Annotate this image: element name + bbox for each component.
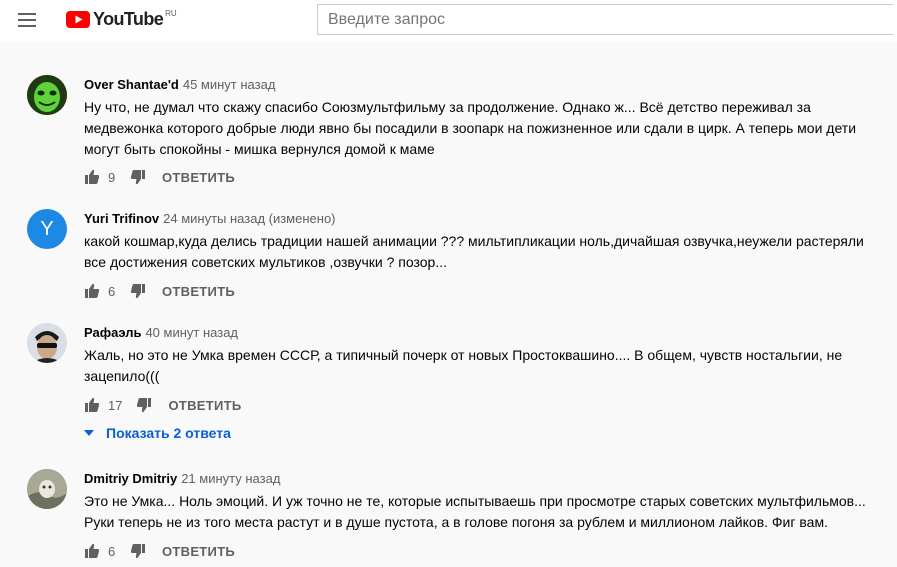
avatar[interactable]: Y xyxy=(27,209,67,249)
avatar-image xyxy=(27,323,67,363)
avatar-letter: Y xyxy=(40,218,54,240)
reply-button[interactable]: ОТВЕТИТЬ xyxy=(168,398,241,413)
thumb-down-icon[interactable] xyxy=(130,283,146,299)
comment-text: Жаль, но это не Умка времен СССР, а типи… xyxy=(84,347,843,384)
thumb-up-icon[interactable] xyxy=(84,397,100,413)
avatar-image xyxy=(27,469,67,509)
comment-time[interactable]: 24 минуты назад (изменено) xyxy=(163,211,335,226)
thumb-down-icon[interactable] xyxy=(130,169,146,185)
avatar-image xyxy=(27,75,67,115)
comment-header: Dmitriy Dmitriy 21 минуту назад xyxy=(84,471,280,487)
caret-down-icon xyxy=(84,430,94,436)
reply-button[interactable]: ОТВЕТИТЬ xyxy=(162,544,235,559)
youtube-logo-icon xyxy=(66,11,90,28)
show-replies-button[interactable]: Показать 2 ответа xyxy=(84,425,231,441)
thumb-up-icon[interactable] xyxy=(84,283,100,299)
comment-time[interactable]: 40 минут назад xyxy=(145,325,238,340)
show-replies-label: Показать 2 ответа xyxy=(106,425,231,441)
comment-author[interactable]: Over Shantae'd xyxy=(84,77,179,92)
comment-text: какой кошмар,куда делись традиции нашей … xyxy=(84,233,864,270)
comment-header: Over Shantae'd 45 минут назад xyxy=(84,77,275,93)
search-input[interactable] xyxy=(318,5,893,34)
masthead: YouTube RU xyxy=(0,0,897,42)
comment-author[interactable]: Yuri Trifinov xyxy=(84,211,159,226)
comment-time[interactable]: 45 минут назад xyxy=(183,77,276,92)
avatar[interactable] xyxy=(27,323,67,363)
thumb-up-icon[interactable] xyxy=(84,543,100,559)
like-count: 6 xyxy=(108,283,116,299)
thumb-up-icon[interactable] xyxy=(84,169,100,185)
comment-header: Yuri Trifinov 24 минуты назад (изменено) xyxy=(84,211,336,227)
comment-header: Рафаэль 40 минут назад xyxy=(84,325,238,341)
comment-actions: 9 ОТВЕТИТЬ xyxy=(84,165,235,189)
avatar[interactable] xyxy=(27,75,67,115)
like-count: 9 xyxy=(108,169,116,185)
like-count: 17 xyxy=(108,397,123,413)
avatar[interactable] xyxy=(27,469,67,509)
thumb-down-icon[interactable] xyxy=(136,397,152,413)
reply-button[interactable]: ОТВЕТИТЬ xyxy=(162,284,235,299)
comment-author[interactable]: Dmitriy Dmitriy xyxy=(84,471,177,486)
comment-time[interactable]: 21 минуту назад xyxy=(181,471,280,486)
search-box xyxy=(317,4,893,35)
comment-text: Ну что, не думал что скажу спасибо Союзм… xyxy=(84,99,857,157)
comment-author[interactable]: Рафаэль xyxy=(84,325,141,340)
like-count: 6 xyxy=(108,543,116,559)
comment-actions: 6 ОТВЕТИТЬ xyxy=(84,279,235,303)
reply-button[interactable]: ОТВЕТИТЬ xyxy=(162,170,235,185)
youtube-logo[interactable]: YouTube RU xyxy=(66,9,177,31)
comment-text: Это не Умка... Ноль эмоций. И уж точно н… xyxy=(84,493,866,530)
logo-country-code: RU xyxy=(165,9,177,18)
thumb-down-icon[interactable] xyxy=(130,543,146,559)
menu-icon[interactable] xyxy=(14,8,42,32)
comment-actions: 6 ОТВЕТИТЬ xyxy=(84,539,235,563)
logo-text: YouTube xyxy=(93,9,164,29)
comment-actions: 17 ОТВЕТИТЬ xyxy=(84,393,242,417)
